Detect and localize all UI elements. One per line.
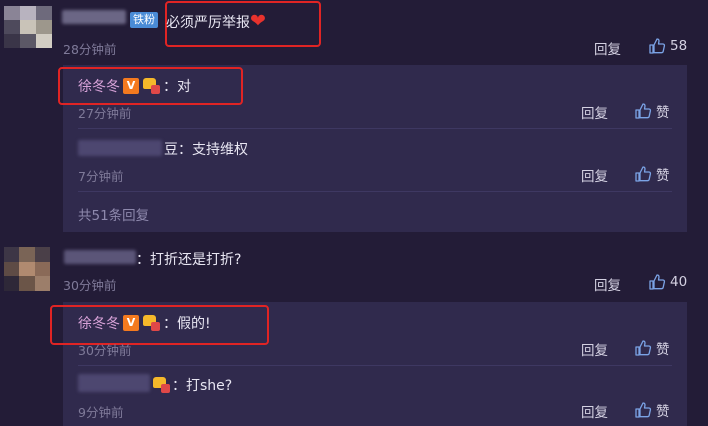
vip-crown-icon <box>142 78 160 94</box>
like-button[interactable]: 赞 <box>634 164 670 184</box>
username-blurred[interactable] <box>64 250 136 264</box>
username-blurred[interactable] <box>78 374 150 392</box>
thumbs-up-icon <box>634 339 652 357</box>
comment-time: 30分钟前 <box>63 278 117 293</box>
comment-time: 28分钟前 <box>63 42 117 57</box>
like-label: 赞 <box>656 168 670 184</box>
reply-item: 徐冬冬 V ：假的! <box>78 313 211 333</box>
reply-text: 豆：支持维权 <box>164 142 248 158</box>
like-label: 赞 <box>656 342 670 358</box>
vip-crown-icon <box>152 377 170 393</box>
thumbs-up-icon <box>648 37 666 55</box>
thumbs-up-icon <box>634 401 652 419</box>
reply-time: 7分钟前 <box>78 169 124 184</box>
reply-time: 27分钟前 <box>78 106 132 121</box>
like-label: 赞 <box>656 105 670 121</box>
reply-text: ：假的! <box>163 316 211 332</box>
reply-button[interactable]: 回复 <box>594 274 621 294</box>
like-count: 40 <box>670 274 688 290</box>
username-blurred[interactable] <box>62 10 126 24</box>
like-button[interactable]: 40 <box>648 273 687 291</box>
username-blurred[interactable] <box>78 140 162 156</box>
reply-button[interactable]: 回复 <box>581 165 608 185</box>
like-button[interactable]: 58 <box>648 37 687 55</box>
avatar[interactable] <box>4 6 52 48</box>
comment-text: 必须严厉举报❤ <box>166 10 266 32</box>
verified-v-icon: V <box>123 315 139 331</box>
like-count: 58 <box>670 38 688 54</box>
like-button[interactable]: 赞 <box>634 101 670 121</box>
reply-username[interactable]: 徐冬冬 <box>78 313 120 333</box>
like-button[interactable]: 赞 <box>634 338 670 358</box>
reply-item: ：打she? <box>152 375 232 395</box>
like-button[interactable]: 赞 <box>634 400 670 420</box>
reply-text: ：打she? <box>172 378 233 394</box>
reply-time: 30分钟前 <box>78 343 132 358</box>
vip-crown-icon <box>142 315 160 331</box>
more-replies-link[interactable]: 共51条回复 <box>78 204 149 224</box>
thumbs-up-icon <box>648 273 666 291</box>
reply-button[interactable]: 回复 <box>581 102 608 122</box>
heart-icon: ❤ <box>250 10 266 32</box>
divider <box>78 128 672 129</box>
reply-button[interactable]: 回复 <box>581 401 608 421</box>
divider <box>78 365 672 366</box>
thumbs-up-icon <box>634 165 652 183</box>
thumbs-up-icon <box>634 102 652 120</box>
avatar[interactable] <box>4 247 50 291</box>
reply-button[interactable]: 回复 <box>594 38 621 58</box>
divider <box>78 191 672 192</box>
reply-item: 徐冬冬 V ：对 <box>78 76 191 96</box>
fan-badge: 铁粉 <box>130 12 158 28</box>
reply-time: 9分钟前 <box>78 405 124 420</box>
reply-username[interactable]: 徐冬冬 <box>78 76 120 96</box>
verified-v-icon: V <box>123 78 139 94</box>
reply-button[interactable]: 回复 <box>581 339 608 359</box>
comment-text: ：打折还是打折? <box>136 252 242 268</box>
like-label: 赞 <box>656 404 670 420</box>
reply-text: ：对 <box>163 79 191 95</box>
